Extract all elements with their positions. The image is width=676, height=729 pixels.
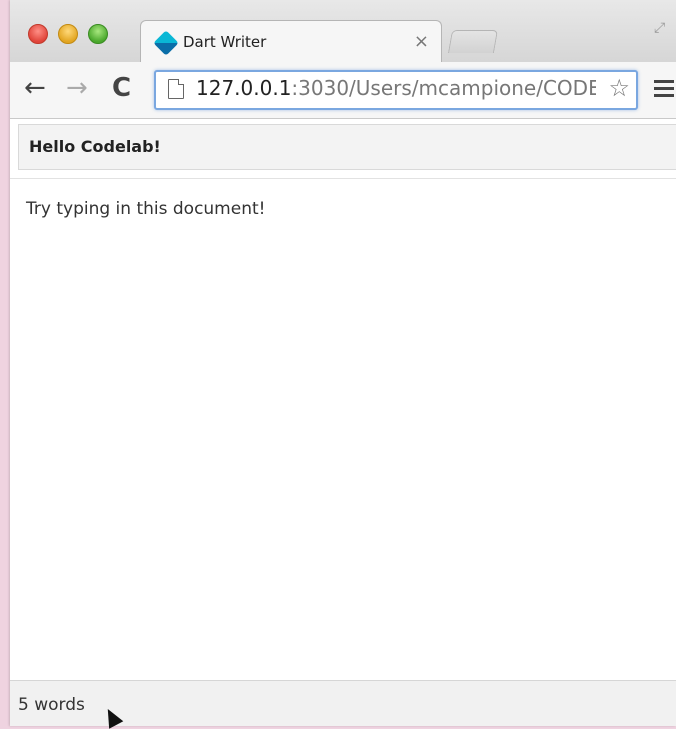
editor-content[interactable]: Try typing in this document!: [26, 199, 265, 219]
browser-toolbar: ← → C 127.0.0.1:3030/Users/mcampione/COD…: [10, 62, 676, 119]
forward-arrow-icon[interactable]: →: [66, 74, 88, 102]
bookmark-star-icon[interactable]: ☆: [608, 74, 630, 102]
word-count: 5 words: [18, 695, 85, 715]
page-icon: [168, 79, 184, 99]
app-header: Hello Codelab!: [18, 124, 676, 170]
tab-title: Dart Writer: [183, 33, 267, 51]
address-bar[interactable]: 127.0.0.1:3030/Users/mcampione/CODE ☆: [154, 70, 638, 110]
url-host: 127.0.0.1: [196, 76, 292, 100]
tab-dart-writer[interactable]: Dart Writer ×: [140, 20, 442, 63]
menu-hamburger-icon[interactable]: [654, 80, 674, 101]
close-window-button[interactable]: [28, 24, 48, 44]
minimize-window-button[interactable]: [58, 24, 78, 44]
zoom-window-button[interactable]: [88, 24, 108, 44]
url-text[interactable]: 127.0.0.1:3030/Users/mcampione/CODE: [196, 76, 596, 100]
new-tab-button[interactable]: [447, 30, 499, 53]
fullscreen-icon[interactable]: ⤢: [654, 20, 670, 36]
url-path: :3030/Users/mcampione/CODE: [291, 76, 596, 100]
back-arrow-icon[interactable]: ←: [24, 74, 46, 102]
document-editor[interactable]: Try typing in this document!: [10, 178, 676, 681]
browser-window: Dart Writer × ⤢ ← → C 127.0.0.1:3030/Use…: [10, 0, 676, 726]
close-tab-icon[interactable]: ×: [414, 31, 429, 52]
tab-strip: Dart Writer × ⤢: [10, 0, 676, 63]
reload-icon[interactable]: C: [112, 74, 131, 102]
dart-logo-icon: [153, 30, 179, 56]
app-title: Hello Codelab!: [29, 137, 161, 156]
